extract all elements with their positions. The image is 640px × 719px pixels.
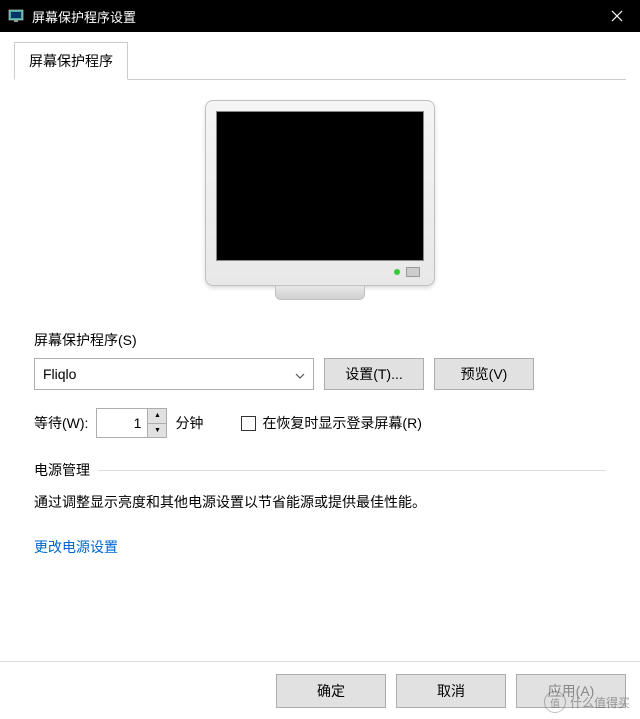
dialog-footer: 确定 取消 应用(A)	[0, 661, 640, 719]
resume-login-label: 在恢复时显示登录屏幕(R)	[262, 413, 421, 433]
wait-spinner[interactable]: ▲ ▼	[96, 408, 167, 438]
divider	[98, 470, 606, 471]
tab-body: 屏幕保护程序(S) Fliqlo 设置(T)... 预览(V) 等待(W): ▲…	[14, 80, 626, 567]
preview-screen	[216, 111, 424, 261]
content-area: 屏幕保护程序 屏幕保护程序(S) Fliqlo	[0, 32, 640, 567]
resume-login-checkbox-wrap[interactable]: 在恢复时显示登录屏幕(R)	[241, 413, 421, 433]
titlebar: 屏幕保护程序设置	[0, 0, 640, 32]
dropdown-selected: Fliqlo	[43, 366, 295, 382]
apply-button[interactable]: 应用(A)	[516, 674, 626, 708]
screensaver-dropdown[interactable]: Fliqlo	[34, 358, 314, 390]
tab-header: 屏幕保护程序	[14, 42, 626, 80]
wait-unit: 分钟	[175, 413, 203, 433]
spinner-up-button[interactable]: ▲	[148, 409, 166, 424]
power-button-icon	[406, 267, 420, 277]
wait-input[interactable]	[97, 409, 147, 437]
preview-button[interactable]: 预览(V)	[434, 358, 534, 390]
monitor-preview	[34, 100, 606, 300]
close-button[interactable]	[594, 0, 640, 32]
app-icon	[8, 8, 24, 24]
close-icon	[611, 10, 623, 22]
power-led-icon	[394, 269, 400, 275]
ok-button[interactable]: 确定	[276, 674, 386, 708]
cancel-button[interactable]: 取消	[396, 674, 506, 708]
power-description: 通过调整显示亮度和其他电源设置以节省能源或提供最佳性能。	[34, 492, 606, 513]
tab-screensaver[interactable]: 屏幕保护程序	[14, 42, 128, 80]
power-section-label: 电源管理	[34, 460, 90, 480]
chevron-down-icon	[295, 366, 305, 382]
power-settings-link[interactable]: 更改电源设置	[34, 539, 118, 555]
resume-login-checkbox[interactable]	[241, 416, 256, 431]
screensaver-section-label: 屏幕保护程序(S)	[34, 330, 606, 350]
settings-button[interactable]: 设置(T)...	[324, 358, 424, 390]
monitor-graphic	[205, 100, 435, 300]
wait-label: 等待(W):	[34, 413, 88, 433]
window-title: 屏幕保护程序设置	[32, 7, 594, 26]
spinner-down-button[interactable]: ▼	[148, 424, 166, 438]
